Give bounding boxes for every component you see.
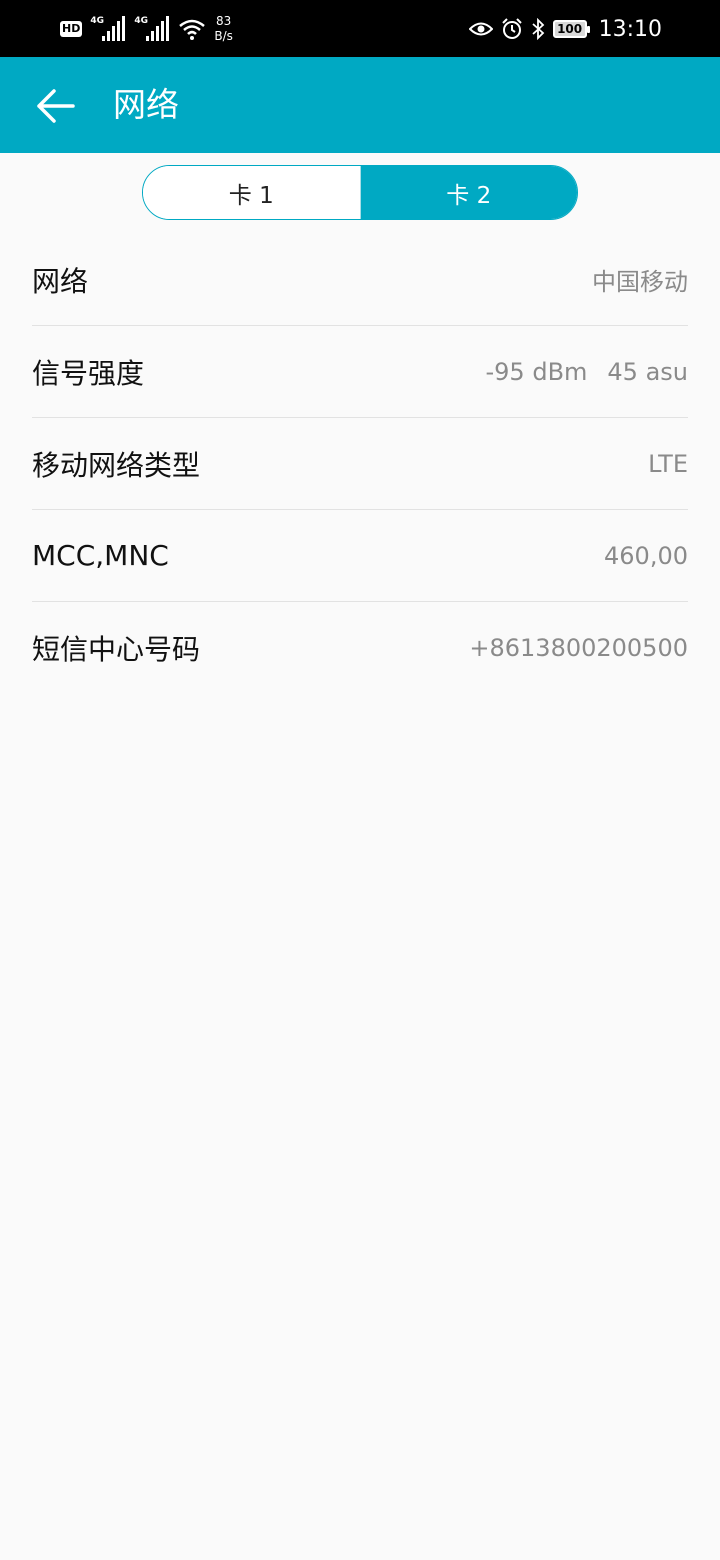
row-value: -95 dBm 45 asu xyxy=(486,358,689,386)
speed-value: 83 xyxy=(215,14,232,28)
wifi-icon xyxy=(179,19,206,40)
status-bar: HD 4G 4G 83 B/s 100 13:10 xyxy=(0,0,720,57)
status-bar-right: 100 13:10 xyxy=(468,12,662,46)
alarm-icon xyxy=(501,18,522,39)
battery-icon: 100 xyxy=(552,20,590,38)
back-button[interactable] xyxy=(28,79,82,133)
bluetooth-icon xyxy=(531,18,544,40)
arrow-left-icon xyxy=(37,89,75,123)
row-value: LTE xyxy=(648,449,688,478)
row-value: 中国移动 xyxy=(592,268,688,296)
row-label: 短信中心号码 xyxy=(32,632,201,666)
list-item-mcc-mnc: MCC,MNC 460,00 xyxy=(32,510,688,602)
signal-icon: 4G xyxy=(134,16,170,42)
status-time: 13:10 xyxy=(598,16,662,42)
status-bar-left: HD 4G 4G 83 B/s xyxy=(60,12,233,46)
row-label: MCC,MNC xyxy=(32,539,169,572)
row-value: 460,00 xyxy=(604,541,688,570)
network-speed: 83 B/s xyxy=(214,14,233,44)
row-label: 信号强度 xyxy=(32,356,145,390)
eye-icon xyxy=(468,22,493,36)
signal-icon: 4G xyxy=(90,16,126,42)
signal-dbm-value: -95 dBm xyxy=(485,357,588,386)
row-label: 网络 xyxy=(32,264,89,298)
network-info-list: 网络 中国移动 信号强度 -95 dBm 45 asu 移动网络类型 LTE MC… xyxy=(32,234,688,693)
app-bar: 网络 xyxy=(0,57,720,153)
list-item-network: 网络 中国移动 xyxy=(32,234,688,326)
hd-icon: HD xyxy=(60,21,83,37)
list-item-signal-strength: 信号强度 -95 dBm 45 asu xyxy=(32,326,688,418)
sim-card-tabs: 卡 1 卡 2 xyxy=(142,165,578,220)
tab-sim-1[interactable]: 卡 1 xyxy=(143,166,360,219)
signal-asu-value: 45 asu xyxy=(607,357,688,386)
speed-unit: B/s xyxy=(214,29,233,43)
page-title: 网络 xyxy=(113,85,179,124)
row-value: +8613800200500 xyxy=(469,633,688,662)
list-item-network-type: 移动网络类型 LTE xyxy=(32,418,688,510)
tab-sim-2[interactable]: 卡 2 xyxy=(359,166,577,219)
row-label: 移动网络类型 xyxy=(32,448,201,482)
list-item-sms-center: 短信中心号码 +8613800200500 xyxy=(32,602,688,693)
